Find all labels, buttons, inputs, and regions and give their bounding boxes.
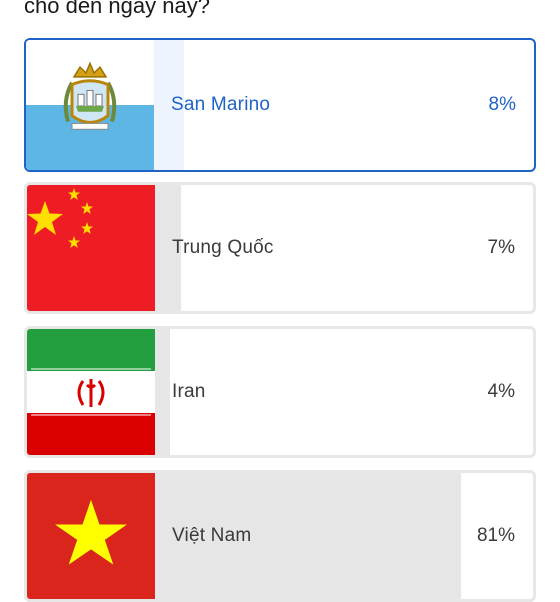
poll-option-percent: 7% (487, 237, 515, 258)
poll-option-china[interactable]: Trung Quốc 7% (24, 182, 536, 314)
poll-option-iran[interactable]: Iran 4% (24, 326, 536, 458)
poll-option-label: Trung Quốc (172, 237, 274, 258)
poll-option-percent: 4% (487, 381, 515, 402)
poll-question: cho đến ngày nay? (24, 0, 210, 18)
poll-option-label: San Marino (171, 94, 271, 115)
san-marino-flag-icon (26, 40, 154, 170)
poll-option-percent: 81% (476, 525, 515, 546)
china-flag-icon (27, 185, 155, 311)
poll-option-san-marino[interactable]: San Marino 8% (24, 38, 536, 172)
poll-option-percent: 8% (488, 94, 516, 115)
poll-option-label: Iran (172, 381, 206, 402)
iran-flag-icon (27, 329, 155, 455)
poll-option-vietnam[interactable]: Việt Nam 81% (24, 470, 536, 602)
vietnam-flag-icon (27, 473, 155, 599)
poll-option-label: Việt Nam (172, 525, 252, 546)
